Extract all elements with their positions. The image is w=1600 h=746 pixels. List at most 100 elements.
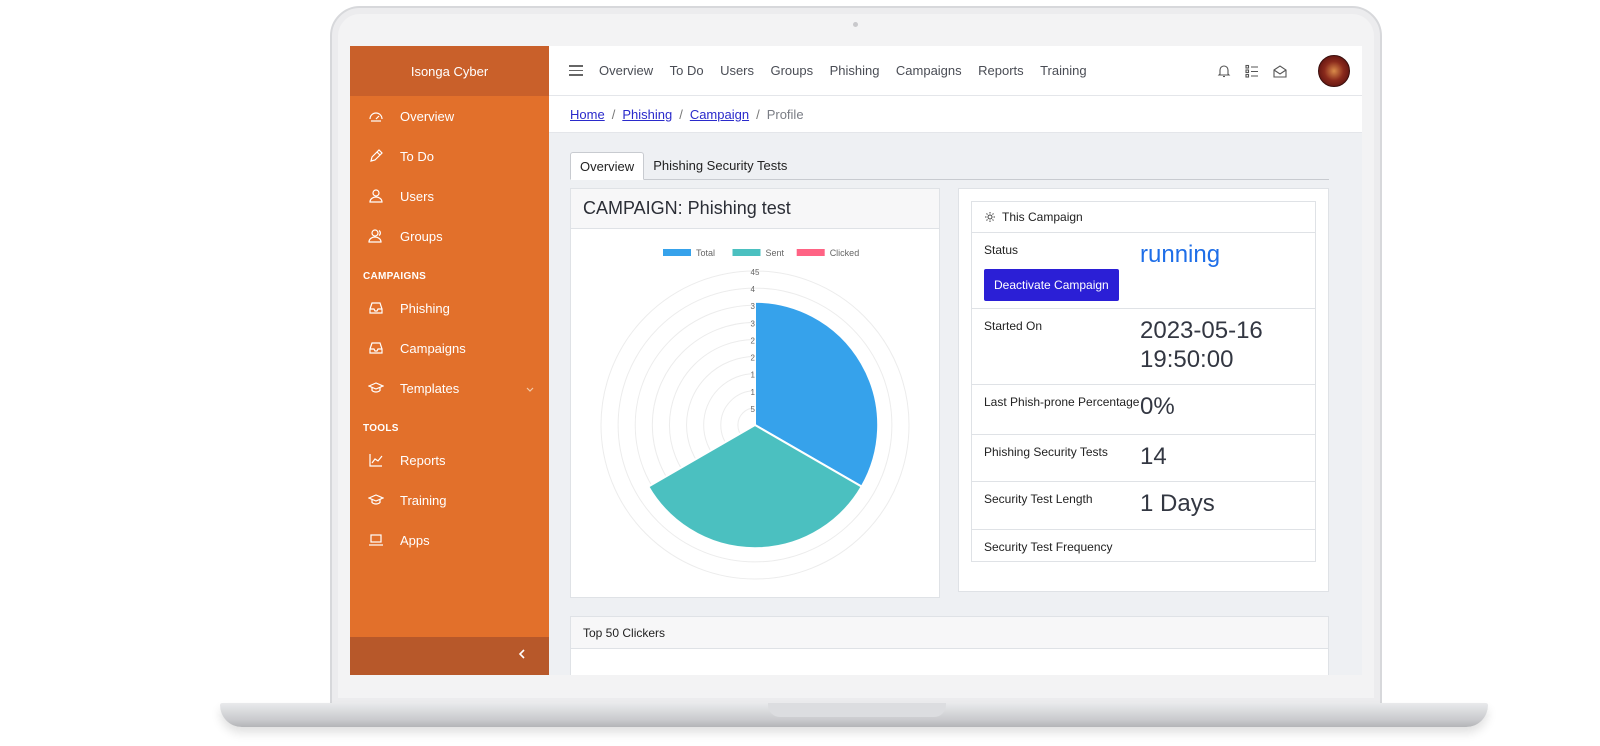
tab-bar: Overview Phishing Security Tests xyxy=(570,152,1329,180)
status-cell: Status Deactivate Campaign xyxy=(972,233,1140,308)
topnav-training[interactable]: Training xyxy=(1040,63,1086,78)
breadcrumb-separator: / xyxy=(756,106,760,122)
section-campaigns-heading: CAMPAIGNS xyxy=(363,271,427,282)
chevron-down-icon[interactable] xyxy=(525,382,535,397)
length-value: 1 Days xyxy=(1140,490,1215,517)
sidebar: Isonga Cyber Overview To Do Users Groups xyxy=(350,46,549,675)
axis-tick-label: 3 xyxy=(751,302,756,311)
topnav-todo[interactable]: To Do xyxy=(670,63,704,78)
sidebar-item-label: Users xyxy=(400,188,434,204)
camera-dot xyxy=(853,22,858,27)
breadcrumb-home[interactable]: Home xyxy=(570,107,605,122)
tests-label: Phishing Security Tests xyxy=(984,445,1108,459)
started-time: 19:50:00 xyxy=(1140,346,1234,373)
phish-prone-label: Last Phish-prone Percentage xyxy=(984,395,1140,409)
sidebar-item-campaigns[interactable]: Campaigns xyxy=(350,328,549,368)
top-clickers-title: Top 50 Clickers xyxy=(571,617,1328,649)
sidebar-item-training[interactable]: Training xyxy=(350,480,549,520)
topnav-users[interactable]: Users xyxy=(720,63,754,78)
polar-area-chart: Total Sent Clicked 45 4 3 3 2 2 1 1 5 xyxy=(600,248,910,580)
breadcrumb: Home / Phishing / Campaign / Profile xyxy=(549,96,1362,133)
deactivate-campaign-button[interactable]: Deactivate Campaign xyxy=(984,269,1119,301)
axis-tick-label: 45 xyxy=(751,268,760,277)
inbox-icon xyxy=(368,340,384,356)
legend-swatch[interactable] xyxy=(796,249,825,256)
axis-tick-label: 5 xyxy=(751,405,756,414)
status-value: running xyxy=(1140,241,1221,268)
campaign-info-table: This Campaign Status Deactivate Campaign… xyxy=(971,201,1316,562)
tests-row: Phishing Security Tests 14 xyxy=(972,435,1315,482)
tab-phishing-security-tests[interactable]: Phishing Security Tests xyxy=(644,151,796,179)
frequency-value xyxy=(1140,530,1315,561)
tests-value: 14 xyxy=(1140,443,1167,470)
sidebar-item-label: Reports xyxy=(400,452,446,468)
frequency-row: Security Test Frequency xyxy=(972,530,1315,561)
length-row: Security Test Length 1 Days xyxy=(972,482,1315,530)
legend-swatch[interactable] xyxy=(663,249,691,256)
bell-icon[interactable] xyxy=(1216,63,1232,79)
top-nav-links: Overview To Do Users Groups Phishing Cam… xyxy=(599,62,1099,80)
info-heading-label: This Campaign xyxy=(1002,210,1083,224)
sidebar-item-reports[interactable]: Reports xyxy=(350,440,549,480)
brand-title[interactable]: Isonga Cyber xyxy=(350,46,549,96)
axis-tick-label: 2 xyxy=(751,354,756,363)
sidebar-item-templates[interactable]: Templates xyxy=(350,368,549,408)
legend-swatch[interactable] xyxy=(732,249,761,256)
axis-tick-label: 1 xyxy=(751,371,756,380)
legend-label[interactable]: Sent xyxy=(766,248,785,258)
breadcrumb-separator: / xyxy=(611,106,616,122)
graduation-icon xyxy=(368,380,384,396)
breadcrumb-separator: / xyxy=(679,106,683,122)
tab-overview[interactable]: Overview xyxy=(570,152,645,180)
sidebar-item-groups[interactable]: Groups xyxy=(350,216,549,256)
phish-prone-value: 0% xyxy=(1140,393,1175,420)
top-icons xyxy=(1204,55,1350,87)
top-clickers-card: Top 50 Clickers xyxy=(570,616,1329,675)
group-icon xyxy=(368,228,384,244)
sidebar-item-label: Campaigns xyxy=(400,340,466,356)
sidebar-item-label: Phishing xyxy=(400,300,450,316)
info-heading: This Campaign xyxy=(972,202,1315,233)
topnav-reports[interactable]: Reports xyxy=(978,63,1024,78)
legend-label[interactable]: Clicked xyxy=(830,248,860,258)
avatar[interactable] xyxy=(1318,55,1350,87)
sidebar-item-overview[interactable]: Overview xyxy=(350,96,549,136)
topnav-phishing[interactable]: Phishing xyxy=(830,63,880,78)
hamburger-menu-icon[interactable] xyxy=(569,65,583,76)
dashboard-icon xyxy=(368,108,384,124)
pencil-icon xyxy=(368,148,384,164)
topnav-campaigns[interactable]: Campaigns xyxy=(896,63,962,78)
axis-tick-label: 2 xyxy=(751,336,756,345)
sidebar-item-label: Templates xyxy=(400,380,460,396)
sidebar-item-label: To Do xyxy=(400,148,434,164)
checklist-icon[interactable] xyxy=(1244,63,1260,79)
sidebar-item-label: Training xyxy=(400,492,447,508)
sidebar-item-label: Apps xyxy=(400,532,430,548)
frequency-label: Security Test Frequency xyxy=(984,540,1113,554)
sidebar-item-todo[interactable]: To Do xyxy=(350,136,549,176)
started-row: Started On 2023-05-16 19:50:00 xyxy=(972,309,1315,385)
laptop-icon xyxy=(368,532,384,548)
campaign-title: CAMPAIGN: Phishing test xyxy=(571,189,939,229)
campaign-chart-card: CAMPAIGN: Phishing test Total Sent Clicked… xyxy=(570,188,940,598)
phish-prone-row: Last Phish-prone Percentage 0% xyxy=(972,385,1315,435)
sidebar-item-users[interactable]: Users xyxy=(350,176,549,216)
collapse-chevron-icon[interactable] xyxy=(517,647,527,665)
campaign-info-card: This Campaign Status Deactivate Campaign… xyxy=(958,188,1329,592)
axis-tick-label: 4 xyxy=(751,285,756,294)
laptop-notch xyxy=(768,703,946,717)
breadcrumb-phishing[interactable]: Phishing xyxy=(622,107,672,122)
sidebar-item-label: Overview xyxy=(400,108,455,124)
sidebar-item-phishing[interactable]: Phishing xyxy=(350,288,549,328)
breadcrumb-campaign[interactable]: Campaign xyxy=(690,107,749,122)
sidebar-item-apps[interactable]: Apps xyxy=(350,520,549,560)
status-row: Status Deactivate Campaign running xyxy=(972,233,1315,309)
section-tools-heading: TOOLS xyxy=(363,423,399,434)
sidebar-footer xyxy=(350,637,549,675)
topnav-groups[interactable]: Groups xyxy=(770,63,813,78)
mail-open-icon[interactable] xyxy=(1272,63,1288,79)
sidebar-item-label: Groups xyxy=(400,228,443,244)
topnav-overview[interactable]: Overview xyxy=(599,63,653,78)
breadcrumb-current: Profile xyxy=(766,106,804,122)
legend-label[interactable]: Total xyxy=(696,248,715,258)
